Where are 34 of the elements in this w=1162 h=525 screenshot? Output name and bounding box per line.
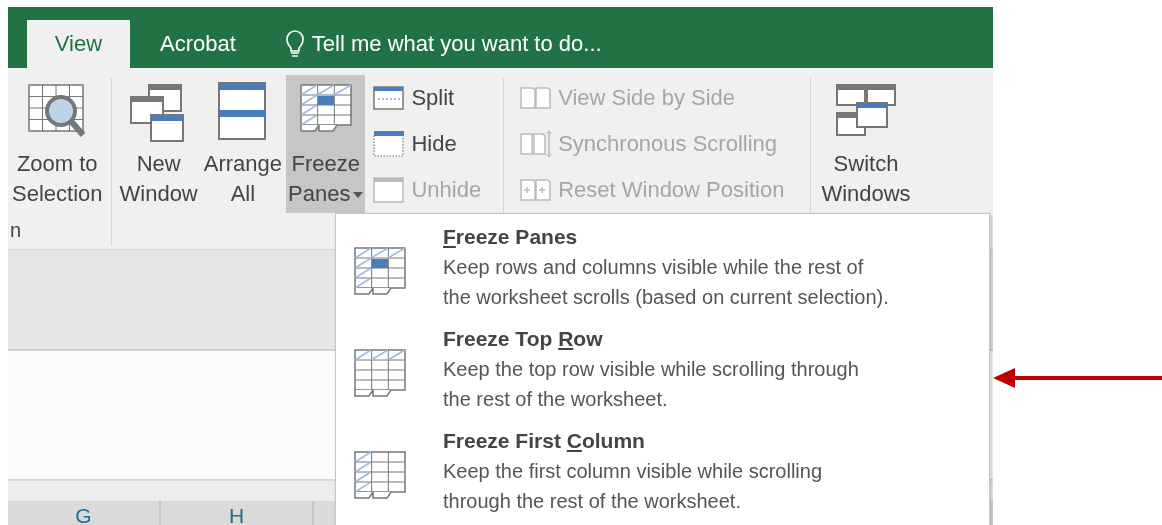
group-label: n [10,219,22,242]
ribbon-button[interactable]: Switch Windows [819,75,913,213]
menu-item-title: Freeze First Column [443,428,646,454]
ribbon-button[interactable]: Freeze Panes [286,75,366,213]
ribbon-command[interactable]: Hide [369,121,486,167]
ribbon-button[interactable]: New Window [117,75,200,213]
tell-me-field[interactable]: Tell me what you want to do... [311,31,642,57]
command-icon [520,130,553,158]
freeze-icon [351,346,409,400]
ribbon-command[interactable]: Split [369,75,486,121]
freeze-icon [351,244,409,298]
ribbon-button[interactable]: Arrange All [201,75,285,213]
menu-item[interactable]: Freeze Panes Keep rows and columns visible while the rest of the worksheet scrolls (based on current selection). [336,214,989,316]
ribbon-tab[interactable]: Acrobat [130,20,266,68]
command-icon [520,178,553,202]
command-icon [520,86,553,110]
menu-item[interactable]: Freeze First Column Keep the first column visible while scrolling through the rest of the worksheet. [336,418,989,520]
menu-item-description: Keep the first column visible while scrolling through the rest of the worksheet. [443,459,823,514]
lightbulb-icon [285,30,304,58]
column-header[interactable]: H [161,501,314,525]
ribbon-button[interactable]: Zoom to Selection [10,75,105,213]
command-icon [373,85,406,111]
freeze-icon [351,448,409,502]
ribbon-tab[interactable]: View [27,20,130,68]
ribbon-icon [216,81,269,143]
menu-item-title: Freeze Top Row [443,326,604,352]
menu-item-description: Keep the top row visible while scrolling through the rest of the worksheet. [443,357,859,412]
menu-item[interactable]: Freeze Top Row Keep the top row visible while scrolling through the rest of the worksheet. [336,316,989,418]
caret-icon [353,192,364,199]
column-header[interactable]: G [8,501,161,525]
menu-item-title: Freeze Panes [443,224,579,250]
menu-item-description: Keep rows and columns visible while the rest of the worksheet scrolls (based on current selection). [443,255,889,310]
command-icon [373,176,406,204]
command-icon [373,130,406,158]
